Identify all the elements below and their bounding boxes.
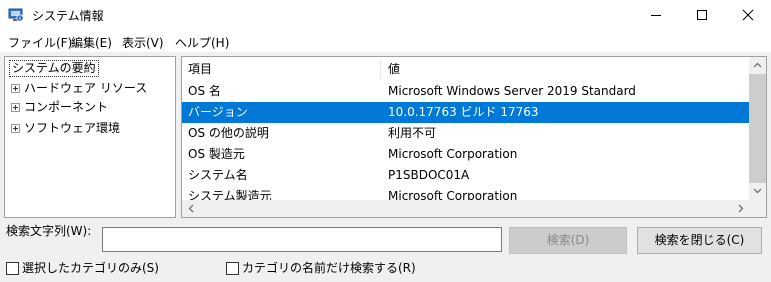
- close-icon: [742, 9, 754, 21]
- row-value: 利用不可: [388, 126, 437, 140]
- minimize-button[interactable]: [633, 0, 679, 30]
- expand-icon[interactable]: [11, 124, 20, 133]
- chevron-left-icon: [188, 204, 194, 213]
- row-item: システム名: [188, 168, 248, 182]
- scroll-right-button[interactable]: [732, 200, 749, 217]
- menu-edit[interactable]: 編集(E): [71, 34, 112, 51]
- row-item: OS 製造元: [188, 147, 245, 161]
- horizontal-scrollbar[interactable]: [182, 200, 749, 217]
- scrollbar-thumb[interactable]: [749, 74, 766, 183]
- row-item: OS の他の説明: [188, 126, 269, 140]
- category-tree[interactable]: システムの要約 ハードウェア リソース コンポーネント ソフトウェア環境: [4, 56, 176, 218]
- row-value: 10.0.17763 ビルド 17763: [388, 105, 539, 119]
- scroll-left-button[interactable]: [182, 200, 199, 217]
- checkbox-label: カテゴリの名前だけ検索する(R): [242, 261, 416, 275]
- window-title: システム情報: [32, 9, 104, 23]
- chevron-down-icon: [753, 188, 762, 194]
- scroll-down-button[interactable]: [749, 183, 766, 200]
- search-input[interactable]: [102, 227, 502, 252]
- table-row[interactable]: システム名 P1SBDOC01A: [182, 165, 749, 186]
- menu-view[interactable]: 表示(V): [122, 34, 164, 51]
- chevron-right-icon: [738, 204, 744, 213]
- tree-item-system-summary[interactable]: システムの要約: [9, 60, 99, 77]
- minimize-icon: [651, 15, 661, 16]
- title-bar: システム情報: [0, 0, 771, 30]
- details-table: 項目 値 OS 名 Microsoft Windows Server 2019 …: [181, 56, 767, 218]
- column-divider[interactable]: [380, 59, 381, 79]
- row-value: P1SBDOC01A: [388, 168, 470, 182]
- chevron-up-icon: [753, 62, 762, 68]
- row-value: Microsoft Windows Server 2019 Standard: [388, 84, 636, 98]
- column-header-value[interactable]: 値: [388, 57, 401, 81]
- table-row[interactable]: OS の他の説明 利用不可: [182, 123, 749, 144]
- menu-help[interactable]: ヘルプ(H): [175, 34, 229, 51]
- table-row-selected[interactable]: バージョン 10.0.17763 ビルド 17763: [182, 102, 749, 123]
- category-names-only-checkbox[interactable]: [226, 262, 239, 275]
- menu-bar: ファイル(F) 編集(E) 表示(V) ヘルプ(H): [0, 30, 771, 52]
- row-item: OS 名: [188, 84, 221, 98]
- tree-item-label: ハードウェア リソース: [24, 81, 148, 95]
- column-header-item[interactable]: 項目: [188, 57, 213, 81]
- scrollbar-corner: [749, 200, 766, 217]
- system-info-icon: [8, 7, 24, 23]
- row-item: バージョン: [188, 105, 248, 119]
- vertical-scrollbar[interactable]: [749, 57, 766, 200]
- search-label: 検索文字列(W):: [6, 224, 92, 238]
- checkbox-label: 選択したカテゴリのみ(S): [22, 261, 159, 275]
- tree-item-label: ソフトウェア環境: [24, 121, 121, 135]
- close-button[interactable]: [725, 0, 771, 30]
- search-button[interactable]: 検索(D): [509, 227, 627, 254]
- menu-file[interactable]: ファイル(F): [8, 34, 72, 51]
- selected-category-only-checkbox[interactable]: [6, 262, 19, 275]
- expand-icon[interactable]: [11, 103, 20, 112]
- table-row[interactable]: OS 名 Microsoft Windows Server 2019 Stand…: [182, 81, 749, 102]
- table-row[interactable]: OS 製造元 Microsoft Corporation: [182, 144, 749, 165]
- scroll-up-button[interactable]: [749, 57, 766, 74]
- close-search-button[interactable]: 検索を閉じる(C): [637, 227, 762, 254]
- maximize-icon: [697, 10, 707, 20]
- expand-icon[interactable]: [11, 84, 20, 93]
- tree-item-label: コンポーネント: [24, 100, 109, 114]
- maximize-button[interactable]: [679, 0, 725, 30]
- row-value: Microsoft Corporation: [388, 147, 518, 161]
